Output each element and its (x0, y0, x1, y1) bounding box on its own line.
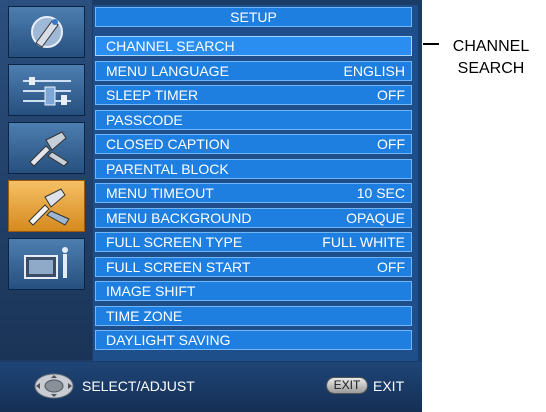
menu-item-closed-caption[interactable]: CLOSED CAPTION OFF (95, 134, 412, 154)
callout-label: CHANNEL SEARCH (452, 38, 530, 77)
menu-item-value: OFF (377, 136, 405, 152)
menu-item-label: IMAGE SHIFT (106, 283, 196, 299)
audio-menu-button[interactable] (8, 64, 85, 116)
picture-icon (30, 16, 63, 48)
menu-item-label: FULL SCREEN START (106, 259, 251, 275)
sidebar (0, 0, 92, 360)
exit-button-text: EXIT (333, 378, 361, 392)
menu-item-menu-language[interactable]: MENU LANGUAGE ENGLISH (95, 61, 412, 81)
menu-item-parental-block[interactable]: PARENTAL BLOCK (95, 159, 412, 179)
menu-item-label: SLEEP TIMER (106, 87, 199, 103)
menu-title-text: SETUP (230, 9, 277, 25)
exit-label: EXIT (373, 378, 405, 394)
dpad-icon (34, 373, 74, 399)
tools-menu-button[interactable] (8, 122, 85, 174)
menu-item-label: PASSCODE (106, 112, 183, 128)
setup-icon (27, 188, 70, 226)
exit-button-icon[interactable]: EXIT (326, 377, 368, 394)
menu-title: SETUP (95, 7, 412, 27)
menu-item-menu-timeout[interactable]: MENU TIMEOUT 10 SEC (95, 183, 412, 203)
menu-item-label: MENU BACKGROUND (106, 210, 252, 226)
callout-line (423, 43, 439, 45)
menu-item-label: DAYLIGHT SAVING (106, 332, 231, 348)
menu-item-label: CLOSED CAPTION (106, 136, 230, 152)
menu-item-label: FULL SCREEN TYPE (106, 234, 243, 250)
menu-item-image-shift[interactable]: IMAGE SHIFT (95, 281, 412, 301)
menu-item-full-screen-type[interactable]: FULL SCREEN TYPE FULL WHITE (95, 232, 412, 252)
menu-item-passcode[interactable]: PASSCODE (95, 110, 412, 130)
menu-item-channel-search[interactable]: CHANNEL SEARCH (95, 36, 412, 56)
menu-item-value: 10 SEC (356, 185, 405, 201)
menu-item-value: OFF (377, 259, 405, 275)
tools-icon (28, 131, 69, 167)
menu-item-label: CHANNEL SEARCH (106, 38, 235, 54)
menu-item-label: PARENTAL BLOCK (106, 161, 229, 177)
menu-item-time-zone[interactable]: TIME ZONE (95, 306, 412, 326)
menu-item-value: ENGLISH (343, 63, 405, 79)
menu-item-label: TIME ZONE (106, 308, 183, 324)
menu-item-label: MENU TIMEOUT (106, 185, 214, 201)
menu-item-sleep-timer[interactable]: SLEEP TIMER OFF (95, 85, 412, 105)
menu-item-menu-background[interactable]: MENU BACKGROUND OPAQUE (95, 208, 412, 228)
menu-item-value: OPAQUE (346, 210, 405, 226)
select-adjust-label: SELECT/ADJUST (82, 378, 195, 394)
menu-item-label: MENU LANGUAGE (106, 63, 229, 79)
audio-icon (22, 77, 71, 106)
menu-item-value: FULL WHITE (322, 234, 405, 250)
osd-menu: SETUP CHANNEL SEARCH MENU LANGUAGE ENGLI… (0, 0, 422, 412)
picture-menu-button[interactable] (8, 6, 85, 58)
menu-item-daylight-saving[interactable]: DAYLIGHT SAVING (95, 330, 412, 350)
menu-footer: SELECT/ADJUST EXIT EXIT (0, 362, 422, 412)
menu-item-full-screen-start[interactable]: FULL SCREEN START OFF (95, 257, 412, 277)
menu-item-value: OFF (377, 87, 405, 103)
input-icon (23, 247, 68, 279)
setup-menu-button[interactable] (8, 180, 85, 232)
setup-menu: SETUP CHANNEL SEARCH MENU LANGUAGE ENGLI… (93, 5, 418, 361)
input-menu-button[interactable] (8, 238, 85, 290)
